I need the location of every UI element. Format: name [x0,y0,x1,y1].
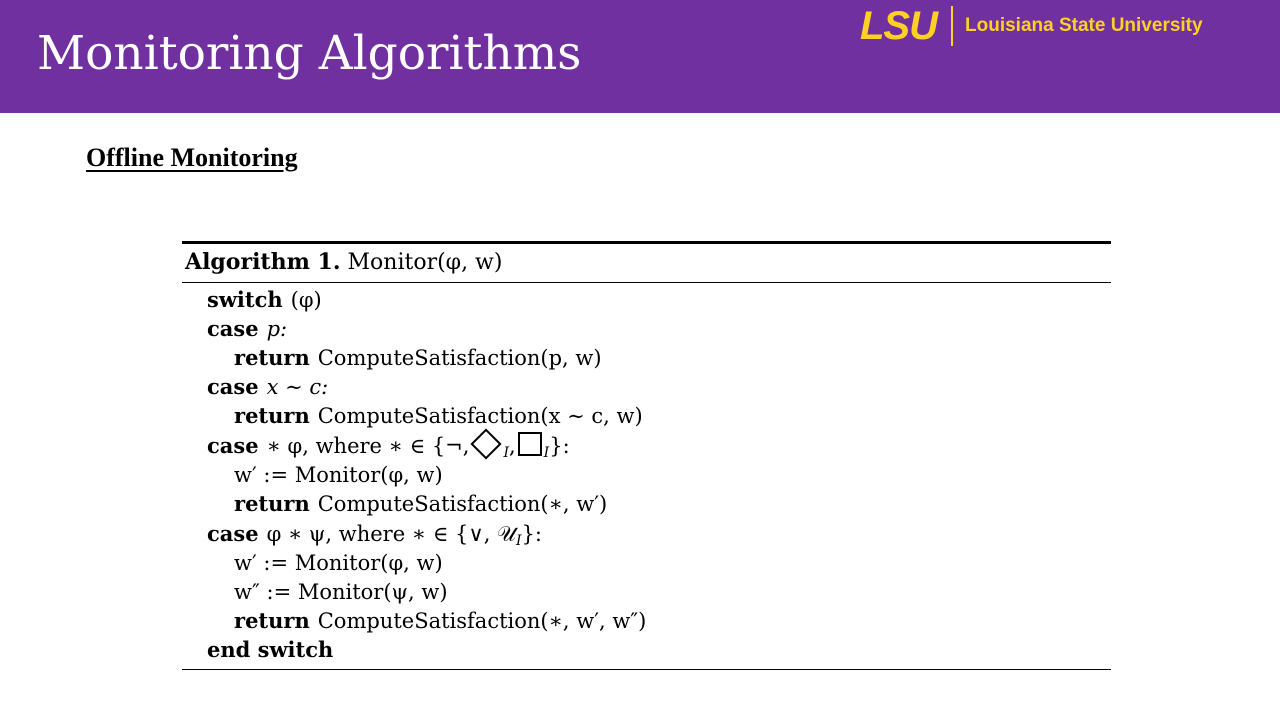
line-keyword: return [234,345,310,370]
university-name: Louisiana State University [965,15,1203,36]
line-text-end: }: [521,522,542,546]
algorithm-line: return ComputeSatisfaction(p, w) [234,344,602,372]
brand-divider [951,6,953,46]
algorithm-line: w′ := Monitor(φ, w) [234,461,443,489]
algorithm-line: return ComputeSatisfaction(∗, w′, w″) [234,607,646,635]
line-text: x ∼ c: [266,375,329,399]
line-text-end: }: [549,434,570,458]
line-text: ComputeSatisfaction(∗, w′, w″) [317,609,647,633]
line-keyword: return [234,491,310,516]
line-text: ComputeSatisfaction(p, w) [317,346,602,370]
eventually-operator-icon [470,428,503,460]
algorithm-bottom-rule [182,669,1111,670]
algorithm-line: return ComputeSatisfaction(∗, w′) [234,490,607,518]
line-text: p: [266,317,288,341]
line-text: w′ := Monitor(φ, w) [234,463,443,487]
line-text: w′ := Monitor(φ, w) [234,551,443,575]
algorithm-top-rule [182,241,1111,244]
section-title: Offline Monitoring [86,143,298,172]
algorithm-line: w″ := Monitor(ψ, w) [234,578,448,606]
algorithm-line: switch (φ) [207,286,322,314]
algorithm-label: Algorithm 1. [185,249,341,275]
algorithm-line: return ComputeSatisfaction(x ∼ c, w) [234,402,643,430]
algorithm-line: case p: [207,315,287,343]
operator-subscript: I [503,445,509,461]
line-text: ∗ φ, where ∗ ∈ {¬, [266,434,470,458]
line-keyword: switch [207,287,283,312]
algorithm-signature: Monitor(φ, w) [347,250,503,275]
line-text: ComputeSatisfaction(∗, w′) [317,492,608,516]
algorithm-line: end switch [207,636,341,664]
brand-logo: LSU Louisiana State University [860,6,1203,46]
algorithm-header: Algorithm 1. Monitor(φ, w) [185,247,502,278]
line-text: φ ∗ ψ, where ∗ ∈ {∨, 𝒰 [266,522,516,546]
algorithm-header-rule [182,282,1111,283]
line-text: w″ := Monitor(ψ, w) [234,580,448,604]
line-keyword: case [207,316,259,341]
algorithm-line: case x ∼ c: [207,373,328,401]
line-text: (φ) [290,288,322,312]
algorithm-line: w′ := Monitor(φ, w) [234,549,443,577]
slide-title: Monitoring Algorithms [37,26,582,81]
line-keyword: case [207,521,259,546]
algorithm-box: Algorithm 1. Monitor(φ, w) switch (φ) cas… [182,241,1111,671]
line-keyword: case [207,374,259,399]
line-keyword: end switch [207,637,334,662]
line-keyword: return [234,403,310,428]
always-operator-icon [517,432,542,456]
line-keyword: return [234,608,310,633]
slide-header: Monitoring Algorithms LSU Louisiana Stat… [0,0,1280,113]
line-text: ComputeSatisfaction(x ∼ c, w) [317,404,643,428]
lsu-logo-mark: LSU [860,4,938,48]
line-keyword: case [207,433,259,458]
